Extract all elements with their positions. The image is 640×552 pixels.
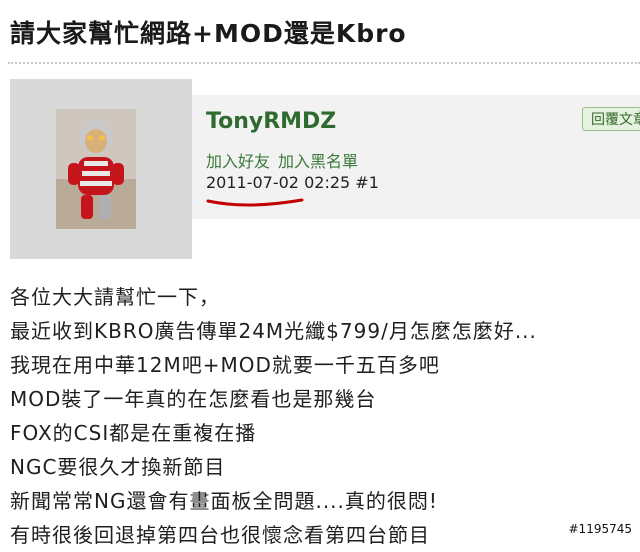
post-time: 02:25 bbox=[304, 173, 351, 192]
user-info-bar: TonyRMDZ 回覆文章 加入好友加入黑名單 2011-07-02 02:25… bbox=[192, 95, 640, 219]
body-line: 新聞常常NG還會有畫面板全問題....真的很悶! bbox=[10, 489, 438, 513]
title-divider bbox=[8, 62, 640, 64]
user-action-links: 加入好友 加入黑名單 bbox=[206, 148, 366, 172]
body-line: NGC要很久才換新節目 bbox=[10, 455, 226, 479]
avatar[interactable] bbox=[10, 79, 192, 259]
add-blacklist-link[interactable]: 加入黑名單 bbox=[278, 152, 358, 171]
post-header: TonyRMDZ 回覆文章 加入好友加入黑名單 2011-07-02 02:25… bbox=[10, 79, 640, 259]
watermark-id: #1195745 bbox=[566, 522, 634, 536]
reply-button[interactable]: 回覆文章 bbox=[582, 107, 640, 131]
add-friend-link[interactable]: 加入好友 bbox=[206, 152, 270, 171]
body-line: 最近收到KBRO廣告傳單24M光纖$799/月怎麼怎麼好... bbox=[10, 319, 537, 343]
post-floor-number[interactable]: #1 bbox=[355, 173, 379, 192]
red-underline-annotation bbox=[206, 198, 304, 207]
body-line: FOX的CSI都是在重複在播 bbox=[10, 421, 257, 445]
body-line: 有時很後回退掉第四台也很懷念看第四台節目 bbox=[10, 523, 430, 547]
page-title: 請大家幫忙網路+MOD還是Kbro bbox=[10, 19, 407, 48]
body-line: 各位大大請幫忙一下， bbox=[10, 285, 220, 309]
body-line: MOD裝了一年真的在怎麼看也是那幾台 bbox=[10, 387, 377, 411]
avatar-photo bbox=[56, 109, 136, 229]
post-meta: 2011-07-02 02:25 #1 bbox=[206, 173, 379, 192]
post-date: 2011-07-02 bbox=[206, 173, 299, 192]
username-link[interactable]: TonyRMDZ bbox=[206, 109, 336, 134]
body-line: 我現在用中華12M吧+MOD就要一千五百多吧 bbox=[10, 353, 440, 377]
post-body: 各位大大請幫忙一下， 最近收到KBRO廣告傳單24M光纖$799/月怎麼怎麼好.… bbox=[10, 280, 640, 552]
